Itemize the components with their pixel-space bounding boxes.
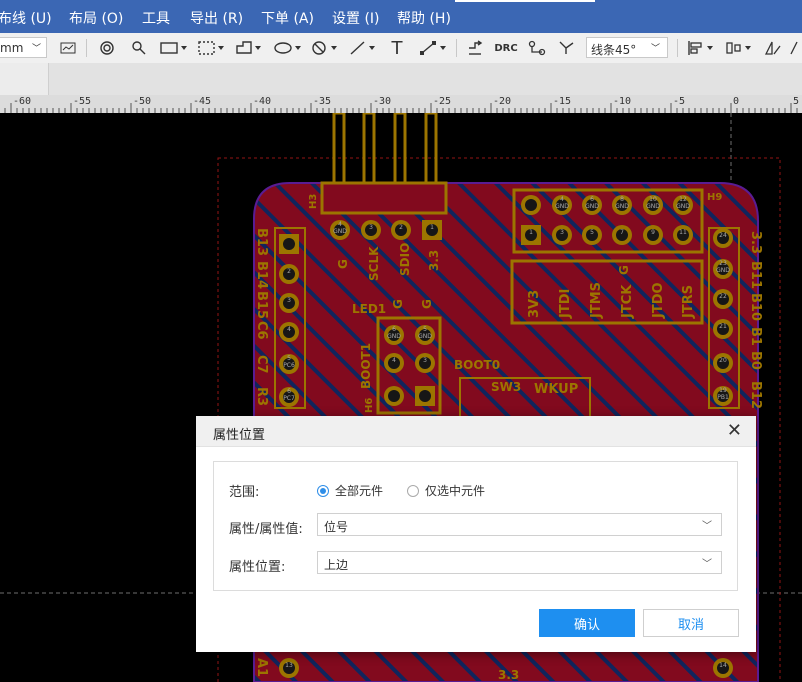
radio-all-label: 全部元件 — [335, 484, 384, 498]
diff-icon[interactable] — [556, 37, 578, 59]
chevron-down-icon: ﹀ — [702, 521, 712, 532]
jumper-icon[interactable] — [526, 37, 548, 59]
pin-icon[interactable] — [128, 37, 150, 59]
toolbar: mm ﹀ T DRC 线条45° ﹀ — [0, 33, 802, 64]
ruler-label: -10 — [613, 96, 632, 107]
ruler-label: -60 — [13, 96, 32, 107]
ruler-label: -35 — [313, 96, 332, 107]
layer-icon[interactable] — [58, 37, 78, 59]
ruler-label: -30 — [373, 96, 392, 107]
menu-export[interactable]: 导出 (R) — [190, 8, 243, 28]
align-left-icon[interactable] — [686, 37, 718, 59]
drc-button[interactable]: DRC — [494, 37, 518, 59]
document-tab-bar — [0, 63, 802, 95]
ruler-label: -40 — [253, 96, 272, 107]
ruler-label: -20 — [493, 96, 512, 107]
ruler-label: 0 — [733, 96, 740, 107]
ruler-label: -15 — [553, 96, 572, 107]
radio-dot-selected[interactable] — [317, 484, 329, 497]
menu-route[interactable]: 布线 (U) — [0, 8, 52, 28]
menu-help[interactable]: 帮助 (H) — [397, 8, 451, 28]
ruler-label: -55 — [73, 96, 92, 107]
menu-bar: 布线 (U) 布局 (O) 工具 导出 (R) 下单 (A) 设置 (I) 帮助… — [0, 0, 802, 33]
attr-select-value: 位号 — [324, 520, 349, 534]
toolbar-separator — [456, 39, 457, 57]
ellipse-icon[interactable] — [272, 37, 304, 59]
route-icon[interactable] — [464, 37, 486, 59]
rect-select-icon[interactable] — [158, 37, 188, 59]
scope-label: 范围: — [229, 485, 260, 500]
ruler-label: -5 — [673, 96, 686, 107]
menu-settings[interactable]: 设置 (I) — [332, 8, 380, 28]
chevron-down-icon: ﹀ — [702, 559, 712, 570]
radio-selected-components[interactable]: 仅选中元件 — [407, 482, 485, 499]
unit-value: mm — [0, 41, 24, 55]
radio-dot-unselected[interactable] — [407, 484, 419, 497]
target-icon[interactable] — [96, 37, 118, 59]
unit-select[interactable]: mm ﹀ — [0, 37, 47, 58]
text-icon[interactable]: T — [386, 37, 408, 59]
dialog-header: 属性位置 ✕ — [196, 416, 756, 447]
attribute-position-dialog: 属性位置 ✕ 范围: 全部元件 仅选中元件 属性/属性值: 位号 ﹀ 属性位置:… — [196, 416, 756, 652]
circle-slash-icon[interactable] — [310, 37, 340, 59]
attr-select[interactable]: 位号 ﹀ — [317, 513, 722, 536]
mirror-icon[interactable] — [762, 37, 784, 59]
cancel-button[interactable]: 取消 — [643, 609, 739, 637]
chevron-down-icon: ﹀ — [32, 44, 42, 54]
ruler-label: -50 — [133, 96, 152, 107]
line-icon[interactable] — [348, 37, 378, 59]
radio-all-components[interactable]: 全部元件 — [317, 482, 383, 499]
menu-order[interactable]: 下单 (A) — [261, 8, 314, 28]
position-label: 属性位置: — [229, 560, 286, 575]
ruler-label: -25 — [433, 96, 452, 107]
position-select[interactable]: 上边 ﹀ — [317, 551, 722, 574]
toolbar-separator — [677, 39, 678, 57]
distribute-icon[interactable] — [724, 37, 756, 59]
dialog-title: 属性位置 — [213, 428, 266, 443]
more-icon[interactable] — [788, 37, 802, 59]
document-tab[interactable] — [0, 63, 49, 95]
radio-selected-label: 仅选中元件 — [425, 484, 486, 498]
ruler-label: -45 — [193, 96, 212, 107]
lasso-select-icon[interactable] — [196, 37, 226, 59]
menu-layout[interactable]: 布局 (O) — [69, 8, 123, 28]
line-mode-select[interactable]: 线条45° ﹀ — [586, 37, 668, 58]
horizontal-ruler: -60 -55 -50 -45 -40 -35 -30 -25 -20 -15 -10 -5 0 5 — [0, 95, 802, 113]
toolbar-separator — [86, 39, 87, 57]
chevron-down-icon: ﹀ — [651, 44, 661, 54]
confirm-button[interactable]: 确认 — [539, 609, 635, 637]
menu-tools[interactable]: 工具 — [142, 8, 170, 28]
position-select-value: 上边 — [324, 558, 349, 572]
line-mode-value: 线条45° — [591, 43, 637, 57]
polygon-icon[interactable] — [234, 37, 264, 59]
close-icon[interactable]: ✕ — [727, 420, 742, 441]
measure-icon[interactable] — [418, 37, 450, 59]
ruler-label: 5 — [793, 96, 800, 107]
attr-label: 属性/属性值: — [229, 522, 303, 537]
title-underline — [455, 0, 595, 2]
